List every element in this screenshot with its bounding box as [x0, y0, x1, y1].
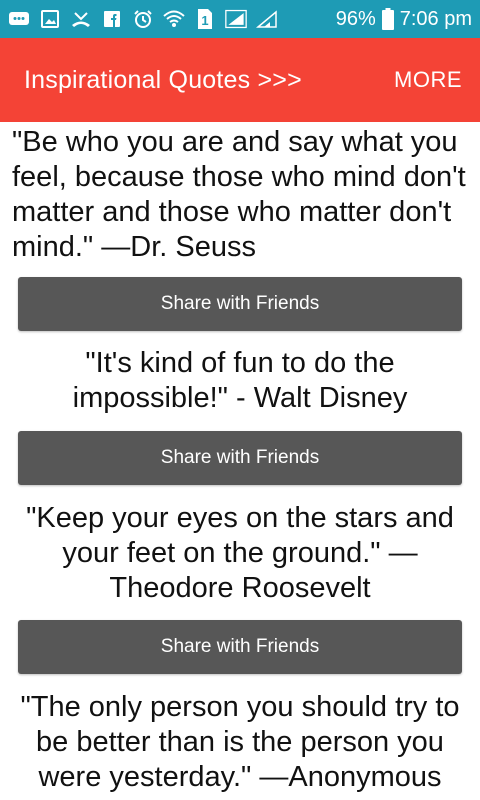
alarm-icon	[132, 8, 154, 30]
image-icon	[39, 8, 61, 30]
chat-icon	[8, 8, 30, 30]
quote-list[interactable]: "Be who you are and say what you feel, b…	[0, 122, 480, 800]
quote-text: "The only person you should try to be be…	[20, 691, 460, 793]
quote-text: "Keep your eyes on the stars and your fe…	[26, 502, 454, 604]
battery-percent: 96%	[335, 7, 376, 30]
battery-icon	[381, 8, 394, 30]
app-bar: Inspirational Quotes >>> MORE	[0, 38, 480, 122]
signal-icon	[256, 8, 278, 30]
quote-text: "It's kind of fun to do the impossible!"…	[72, 347, 408, 414]
missed-call-icon	[70, 8, 92, 30]
facebook-icon	[101, 8, 123, 30]
sim1-icon: 1	[194, 8, 216, 30]
more-button[interactable]: MORE	[394, 67, 462, 93]
notification-icons: 1	[8, 8, 278, 30]
share-button[interactable]: Share with Friends	[18, 431, 462, 485]
quote-text: "Be who you are and say what you feel, b…	[12, 126, 466, 263]
share-button[interactable]: Share with Friends	[18, 620, 462, 674]
wifi-icon	[163, 8, 185, 30]
signal-icon	[225, 8, 247, 30]
app-title: Inspirational Quotes >>>	[24, 65, 302, 94]
status-right: 96% 7:06 pm	[336, 8, 472, 31]
status-bar: 1 96% 7:06 pm	[0, 0, 480, 38]
clock: 7:06 pm	[399, 7, 472, 30]
svg-text:1: 1	[201, 13, 208, 28]
share-button[interactable]: Share with Friends	[18, 277, 462, 331]
